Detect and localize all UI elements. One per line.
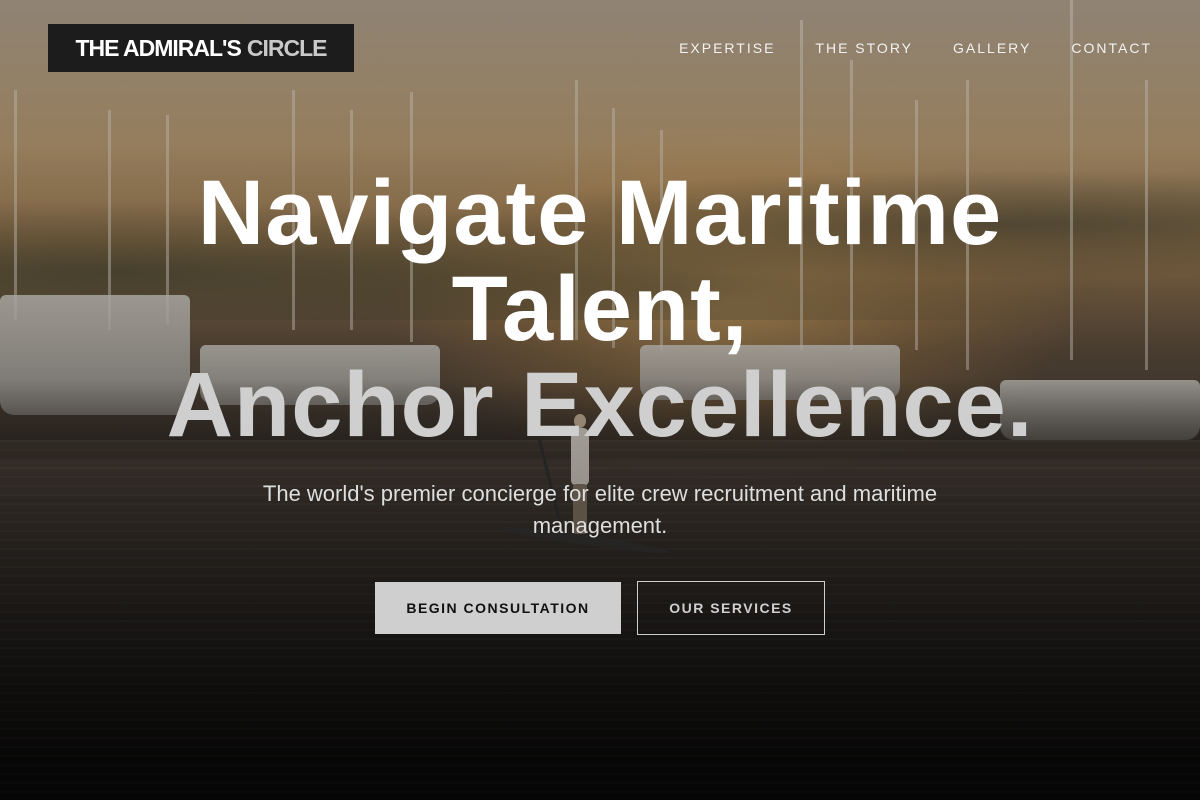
begin-consultation-button[interactable]: BEGIN CONSULTATION	[375, 582, 621, 634]
nav-link-gallery[interactable]: GALLERY	[953, 38, 1031, 58]
hero-headline: Navigate Maritime Talent, Anchor Excelle…	[100, 165, 1100, 453]
headline-line-3: Anchor Excellence.	[166, 354, 1034, 456]
site-logo[interactable]: THE ADMIRAL'S CIRCLE	[48, 24, 354, 72]
nav-link-the-story[interactable]: THE STORY	[815, 38, 913, 58]
cta-group: BEGIN CONSULTATION OUR SERVICES	[0, 581, 1200, 635]
headline-line-2: Talent,	[451, 258, 749, 360]
main-navigation: EXPERTISE THE STORY GALLERY CONTACT	[679, 38, 1152, 58]
hero-subheading: The world's premier concierge for elite …	[262, 481, 938, 538]
logo-text-secondary: CIRCLE	[246, 34, 328, 61]
headline-line-1: Navigate Maritime	[197, 162, 1003, 264]
logo-text-primary: THE ADMIRAL'S	[75, 34, 241, 61]
our-services-button[interactable]: OUR SERVICES	[637, 581, 825, 635]
nav-link-expertise[interactable]: EXPERTISE	[679, 38, 775, 58]
nav-link-contact[interactable]: CONTACT	[1071, 38, 1152, 58]
